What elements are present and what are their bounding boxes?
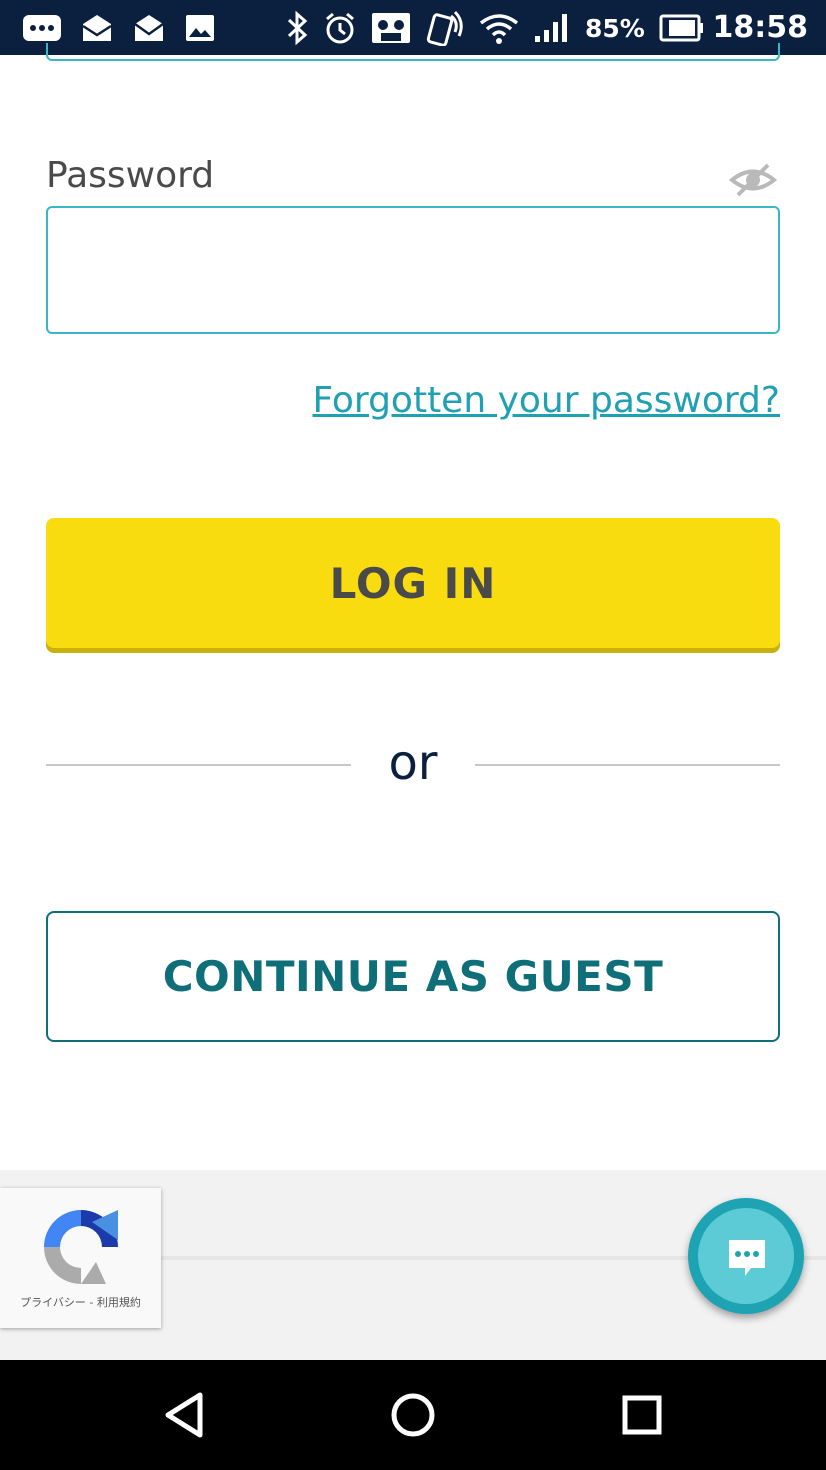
recent-square-icon [622, 1395, 662, 1435]
chat-button[interactable] [688, 1198, 804, 1314]
signal-icon [533, 12, 571, 44]
back-triangle-icon [165, 1392, 203, 1438]
login-button[interactable]: LOG IN [46, 518, 780, 648]
or-divider-text: or [388, 735, 438, 791]
alarm-icon [323, 11, 357, 45]
wifi-icon [479, 11, 519, 45]
status-clock: 18:58 [712, 10, 809, 45]
forgot-password-link[interactable]: Forgotten your password? [312, 380, 780, 421]
battery-percent: 85% [585, 13, 645, 43]
back-button[interactable] [156, 1385, 216, 1445]
recent-apps-button[interactable] [612, 1385, 672, 1445]
divider-line-left [46, 764, 351, 766]
recaptcha-badge[interactable]: プライバシー - 利用規約 [0, 1188, 161, 1328]
chat-button-inner [698, 1208, 794, 1304]
login-form: Password Forgotten your password? LOG IN… [0, 43, 826, 1170]
footer: プライバシー - 利用規約 [0, 1170, 826, 1360]
recaptcha-privacy-terms[interactable]: プライバシー - 利用規約 [0, 1294, 161, 1310]
android-nav-bar [0, 1360, 826, 1470]
divider-line-right [475, 764, 780, 766]
message-icon [22, 12, 62, 44]
password-input[interactable] [46, 206, 780, 334]
voicemail-icon [371, 11, 411, 45]
home-circle-icon [391, 1393, 435, 1437]
mail-download-icon [80, 12, 114, 44]
recaptcha-icon [44, 1210, 118, 1284]
continue-as-guest-button[interactable]: CONTINUE AS GUEST [46, 911, 780, 1042]
image-icon [184, 12, 216, 44]
password-label: Password [46, 155, 215, 196]
bluetooth-icon [285, 11, 309, 45]
nfc-phone-icon [425, 10, 465, 46]
email-field-edge[interactable] [46, 43, 780, 61]
mail-icon [132, 12, 166, 44]
notification-icons [22, 8, 216, 48]
system-icons: 85% [285, 8, 705, 48]
show-password-toggle[interactable] [728, 161, 778, 199]
battery-icon [659, 14, 705, 42]
home-button[interactable] [383, 1385, 443, 1445]
chat-bubble-icon [729, 1240, 765, 1276]
eye-off-icon [728, 163, 778, 197]
